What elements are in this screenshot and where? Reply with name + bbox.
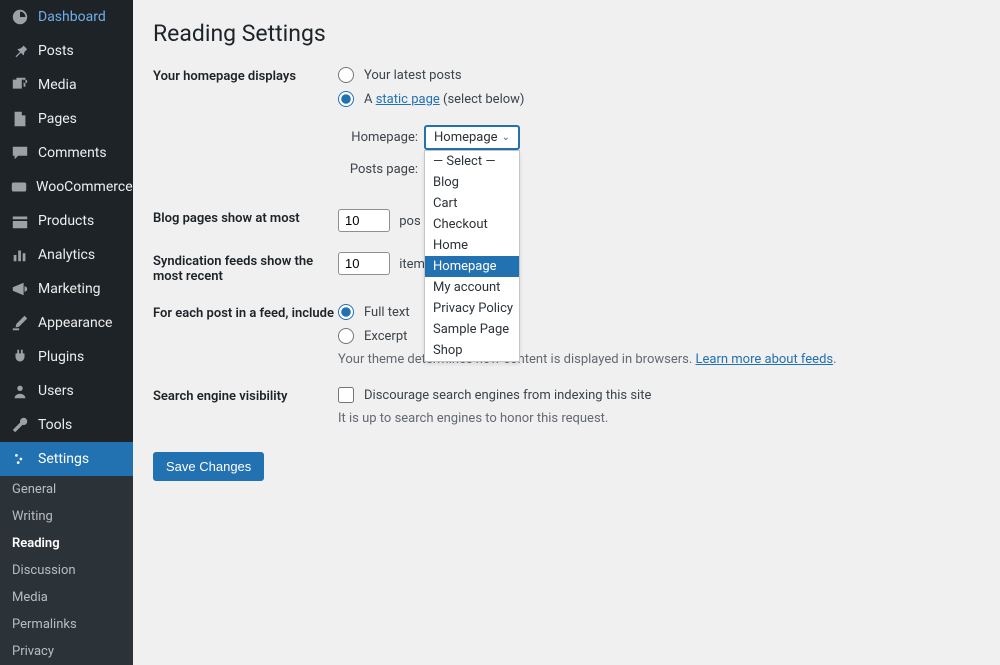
syndication-label: Syndication feeds show the most recent xyxy=(153,252,338,284)
dropdown-option-home[interactable]: Home xyxy=(425,235,519,256)
blog-pages-unit: pos xyxy=(399,214,420,229)
settings-icon xyxy=(10,449,30,469)
dropdown-option-blog[interactable]: Blog xyxy=(425,172,519,193)
sidebar-label: Dashboard xyxy=(38,9,106,25)
megaphone-icon xyxy=(10,279,30,299)
brush-icon xyxy=(10,313,30,333)
dropdown-option-cart[interactable]: Cart xyxy=(425,193,519,214)
pin-icon xyxy=(10,41,30,61)
sidebar-label: Appearance xyxy=(38,315,112,331)
sidebar-item-marketing[interactable]: Marketing xyxy=(0,272,133,306)
sidebar-label: Users xyxy=(38,383,74,399)
homepage-select-value: Homepage xyxy=(434,130,498,145)
sidebar-label: Comments xyxy=(38,145,107,161)
sidebar-label: Posts xyxy=(38,43,74,59)
search-description: It is up to search engines to honor this… xyxy=(338,411,980,426)
homepage-select-label: Homepage: xyxy=(338,130,418,145)
dropdown-option-sample[interactable]: Sample Page xyxy=(425,319,519,340)
main-content: Reading Settings Your homepage displays … xyxy=(133,0,1000,616)
sidebar-item-settings[interactable]: Settings xyxy=(0,442,133,476)
comment-icon xyxy=(10,143,30,163)
homepage-displays-label: Your homepage displays xyxy=(153,67,338,84)
dashboard-icon xyxy=(10,7,30,27)
settings-submenu: General Writing Reading Discussion Media… xyxy=(0,476,133,665)
dropdown-option-checkout[interactable]: Checkout xyxy=(425,214,519,235)
submenu-media[interactable]: Media xyxy=(0,584,133,611)
sidebar-item-dashboard[interactable]: Dashboard xyxy=(0,0,133,34)
wrench-icon xyxy=(10,415,30,435)
page-icon xyxy=(10,109,30,129)
woocommerce-icon xyxy=(10,177,28,197)
plugin-icon xyxy=(10,347,30,367)
submenu-permalinks[interactable]: Permalinks xyxy=(0,611,133,638)
page-title: Reading Settings xyxy=(153,20,980,47)
dropdown-option-shop[interactable]: Shop xyxy=(425,340,519,361)
syndication-input[interactable] xyxy=(338,252,390,275)
chevron-down-icon: ⌄ xyxy=(502,132,510,143)
blog-pages-input[interactable] xyxy=(338,209,390,232)
dropdown-option-homepage[interactable]: Homepage xyxy=(425,256,519,277)
radio-excerpt[interactable] xyxy=(338,328,354,344)
sidebar-item-pages[interactable]: Pages xyxy=(0,102,133,136)
search-visibility-label: Search engine visibility xyxy=(153,387,338,404)
sidebar-label: Plugins xyxy=(38,349,84,365)
sidebar-item-woocommerce[interactable]: WooCommerce xyxy=(0,170,133,204)
static-page-link[interactable]: static page xyxy=(376,92,440,107)
sidebar-label: Products xyxy=(38,213,94,229)
admin-sidebar: Dashboard Posts Media Pages Comments Woo… xyxy=(0,0,133,616)
submenu-general[interactable]: General xyxy=(0,476,133,503)
media-icon xyxy=(10,75,30,95)
sidebar-item-tools[interactable]: Tools xyxy=(0,408,133,442)
sidebar-item-products[interactable]: Products xyxy=(0,204,133,238)
user-icon xyxy=(10,381,30,401)
sidebar-label: Marketing xyxy=(38,281,101,297)
radio-excerpt-label: Excerpt xyxy=(364,329,407,344)
learn-more-feeds-link[interactable]: Learn more about feeds xyxy=(696,352,834,367)
sidebar-item-comments[interactable]: Comments xyxy=(0,136,133,170)
sidebar-label: Media xyxy=(38,77,77,93)
sidebar-label: Analytics xyxy=(38,247,95,263)
submenu-privacy[interactable]: Privacy xyxy=(0,638,133,665)
sidebar-item-plugins[interactable]: Plugins xyxy=(0,340,133,374)
sidebar-item-posts[interactable]: Posts xyxy=(0,34,133,68)
radio-latest-posts[interactable] xyxy=(338,67,354,83)
sidebar-label: WooCommerce xyxy=(36,179,133,195)
radio-full-text-label: Full text xyxy=(364,305,410,320)
sidebar-label: Settings xyxy=(38,451,89,467)
radio-latest-posts-label: Your latest posts xyxy=(364,68,462,83)
submenu-discussion[interactable]: Discussion xyxy=(0,557,133,584)
dropdown-option-myaccount[interactable]: My account xyxy=(425,277,519,298)
dropdown-option-privacy[interactable]: Privacy Policy xyxy=(425,298,519,319)
radio-static-page[interactable] xyxy=(338,91,354,107)
homepage-dropdown: — Select — Blog Cart Checkout Home Homep… xyxy=(424,150,520,362)
submenu-writing[interactable]: Writing xyxy=(0,503,133,530)
radio-full-text[interactable] xyxy=(338,304,354,320)
analytics-icon xyxy=(10,245,30,265)
posts-page-select-label: Posts page: xyxy=(338,162,418,177)
products-icon xyxy=(10,211,30,231)
syndication-unit: item xyxy=(399,257,425,272)
submenu-reading[interactable]: Reading xyxy=(0,530,133,557)
dropdown-option-select[interactable]: — Select — xyxy=(425,151,519,172)
sidebar-item-appearance[interactable]: Appearance xyxy=(0,306,133,340)
feed-include-label: For each post in a feed, include xyxy=(153,304,338,321)
homepage-select[interactable]: Homepage ⌄ xyxy=(424,125,520,150)
blog-pages-label: Blog pages show at most xyxy=(153,209,338,226)
sidebar-label: Tools xyxy=(38,417,72,433)
sidebar-item-media[interactable]: Media xyxy=(0,68,133,102)
discourage-search-label: Discourage search engines from indexing … xyxy=(364,388,651,403)
sidebar-label: Pages xyxy=(38,111,77,127)
sidebar-item-users[interactable]: Users xyxy=(0,374,133,408)
sidebar-item-analytics[interactable]: Analytics xyxy=(0,238,133,272)
discourage-search-checkbox[interactable] xyxy=(338,387,354,403)
radio-static-page-label: A static page (select below) xyxy=(364,92,524,107)
save-changes-button[interactable]: Save Changes xyxy=(153,452,264,481)
